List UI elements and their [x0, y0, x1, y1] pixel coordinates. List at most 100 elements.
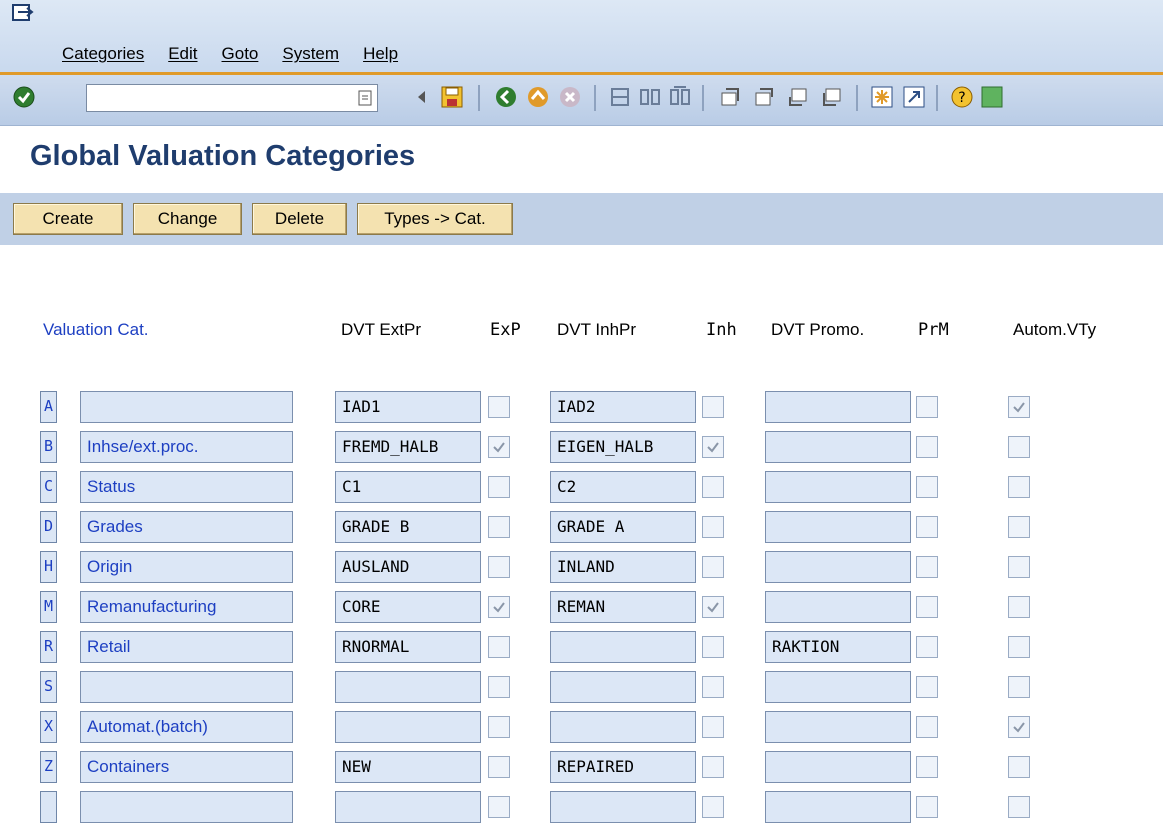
dvt-extpr-field[interactable]: FREMD_HALB	[335, 431, 481, 463]
types-to-cat-button[interactable]: Types -> Cat.	[357, 203, 513, 235]
command-field[interactable]	[86, 84, 378, 112]
dvt-extpr-field[interactable]	[335, 791, 481, 823]
valuation-cat-description[interactable]: Automat.(batch)	[80, 711, 293, 743]
exit-icon[interactable]	[526, 85, 550, 109]
menu-edit[interactable]: Edit	[168, 44, 197, 64]
inh-checkbox[interactable]	[702, 796, 724, 818]
valuation-cat-description[interactable]: Retail	[80, 631, 293, 663]
prm-checkbox[interactable]	[916, 676, 938, 698]
menu-categories[interactable]: Categories	[62, 44, 144, 64]
inh-checkbox[interactable]	[702, 396, 724, 418]
row-key[interactable]: Z	[40, 751, 57, 783]
prm-checkbox[interactable]	[916, 716, 938, 738]
exp-checkbox[interactable]	[488, 476, 510, 498]
exp-checkbox[interactable]	[488, 436, 510, 458]
dvt-extpr-field[interactable]	[335, 711, 481, 743]
exp-checkbox[interactable]	[488, 636, 510, 658]
inh-checkbox[interactable]	[702, 476, 724, 498]
back-icon[interactable]	[494, 85, 518, 109]
prm-checkbox[interactable]	[916, 396, 938, 418]
inh-checkbox[interactable]	[702, 516, 724, 538]
dvt-extpr-field[interactable]: NEW	[335, 751, 481, 783]
autom-vty-checkbox[interactable]	[1008, 516, 1030, 538]
collapse-arrow-icon[interactable]	[410, 85, 434, 109]
valuation-cat-description[interactable]	[80, 791, 293, 823]
row-key[interactable]: X	[40, 711, 57, 743]
row-key[interactable]: A	[40, 391, 57, 423]
inh-checkbox[interactable]	[702, 676, 724, 698]
inh-checkbox[interactable]	[702, 436, 724, 458]
prm-checkbox[interactable]	[916, 476, 938, 498]
row-key[interactable]: S	[40, 671, 57, 703]
dvt-extpr-field[interactable]: RNORMAL	[335, 631, 481, 663]
menu-goto[interactable]: Goto	[222, 44, 259, 64]
menu-help[interactable]: Help	[363, 44, 398, 64]
dvt-promo-field[interactable]	[765, 431, 911, 463]
first-page-icon[interactable]	[718, 85, 742, 109]
layout-menu-icon[interactable]	[980, 85, 1004, 109]
dvt-promo-field[interactable]	[765, 391, 911, 423]
last-page-icon[interactable]	[820, 85, 844, 109]
dvt-promo-field[interactable]	[765, 671, 911, 703]
dvt-extpr-field[interactable]	[335, 671, 481, 703]
autom-vty-checkbox[interactable]	[1008, 796, 1030, 818]
print-icon[interactable]	[608, 85, 632, 109]
dvt-inhpr-field[interactable]: REMAN	[550, 591, 696, 623]
valuation-cat-description[interactable]	[80, 391, 293, 423]
inh-checkbox[interactable]	[702, 716, 724, 738]
exp-checkbox[interactable]	[488, 796, 510, 818]
valuation-cat-description[interactable]: Grades	[80, 511, 293, 543]
dvt-promo-field[interactable]	[765, 751, 911, 783]
dvt-promo-field[interactable]	[765, 591, 911, 623]
prm-checkbox[interactable]	[916, 516, 938, 538]
dvt-inhpr-field[interactable]	[550, 711, 696, 743]
help-icon[interactable]: ?	[950, 85, 974, 109]
prm-checkbox[interactable]	[916, 756, 938, 778]
change-button[interactable]: Change	[133, 203, 242, 235]
inh-checkbox[interactable]	[702, 636, 724, 658]
dvt-extpr-field[interactable]: C1	[335, 471, 481, 503]
dvt-extpr-field[interactable]: GRADE B	[335, 511, 481, 543]
dvt-inhpr-field[interactable]	[550, 631, 696, 663]
shortcut-icon[interactable]	[902, 85, 926, 109]
dvt-inhpr-field[interactable]: IAD2	[550, 391, 696, 423]
dvt-promo-field[interactable]	[765, 791, 911, 823]
row-key[interactable]: C	[40, 471, 57, 503]
dvt-inhpr-field[interactable]: GRADE A	[550, 511, 696, 543]
row-key[interactable]: R	[40, 631, 57, 663]
dvt-promo-field[interactable]: RAKTION	[765, 631, 911, 663]
autom-vty-checkbox[interactable]	[1008, 596, 1030, 618]
autom-vty-checkbox[interactable]	[1008, 636, 1030, 658]
dvt-inhpr-field[interactable]: C2	[550, 471, 696, 503]
autom-vty-checkbox[interactable]	[1008, 716, 1030, 738]
valuation-cat-description[interactable]	[80, 671, 293, 703]
autom-vty-checkbox[interactable]	[1008, 756, 1030, 778]
exp-checkbox[interactable]	[488, 676, 510, 698]
inh-checkbox[interactable]	[702, 596, 724, 618]
prm-checkbox[interactable]	[916, 556, 938, 578]
dvt-inhpr-field[interactable]	[550, 671, 696, 703]
create-button[interactable]: Create	[13, 203, 123, 235]
system-menu-icon[interactable]	[12, 4, 34, 22]
dvt-inhpr-field[interactable]: INLAND	[550, 551, 696, 583]
inh-checkbox[interactable]	[702, 556, 724, 578]
autom-vty-checkbox[interactable]	[1008, 396, 1030, 418]
row-key[interactable]: D	[40, 511, 57, 543]
valuation-cat-description[interactable]: Status	[80, 471, 293, 503]
autom-vty-checkbox[interactable]	[1008, 556, 1030, 578]
exp-checkbox[interactable]	[488, 396, 510, 418]
valuation-cat-description[interactable]: Containers	[80, 751, 293, 783]
exp-checkbox[interactable]	[488, 756, 510, 778]
dvt-inhpr-field[interactable]: EIGEN_HALB	[550, 431, 696, 463]
prm-checkbox[interactable]	[916, 796, 938, 818]
valuation-cat-description[interactable]: Remanufacturing	[80, 591, 293, 623]
menu-system[interactable]: System	[282, 44, 339, 64]
save-icon[interactable]	[440, 85, 464, 109]
prm-checkbox[interactable]	[916, 636, 938, 658]
delete-button[interactable]: Delete	[252, 203, 347, 235]
dvt-extpr-field[interactable]: IAD1	[335, 391, 481, 423]
find-next-icon[interactable]	[668, 85, 692, 109]
dvt-extpr-field[interactable]: CORE	[335, 591, 481, 623]
prm-checkbox[interactable]	[916, 436, 938, 458]
exp-checkbox[interactable]	[488, 516, 510, 538]
